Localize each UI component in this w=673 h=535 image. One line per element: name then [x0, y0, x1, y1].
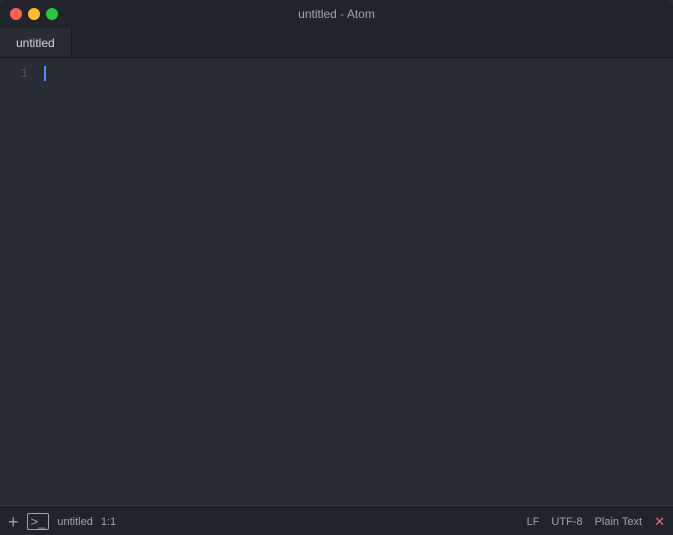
terminal-button[interactable]: >_: [27, 513, 50, 530]
title-bar: untitled - Atom: [0, 0, 673, 28]
window-title: untitled - Atom: [298, 7, 375, 21]
error-icon[interactable]: ✕: [654, 514, 665, 530]
status-filename: untitled: [57, 516, 92, 528]
tab-bar: untitled: [0, 28, 673, 58]
status-syntax[interactable]: Plain Text: [595, 516, 643, 528]
close-button[interactable]: [10, 8, 22, 20]
text-cursor: [44, 66, 46, 81]
status-right: LF UTF-8 Plain Text ✕: [527, 514, 665, 530]
tab-label: untitled: [16, 36, 55, 50]
line-gutter: 1: [0, 58, 36, 507]
minimize-button[interactable]: [28, 8, 40, 20]
add-button[interactable]: +: [8, 513, 19, 531]
status-encoding[interactable]: UTF-8: [551, 516, 582, 528]
status-position[interactable]: 1:1: [101, 516, 116, 528]
status-bar: + >_ untitled 1:1 LF UTF-8 Plain Text ✕: [0, 507, 673, 535]
status-left: + >_ untitled 1:1: [8, 513, 116, 531]
line-number-1: 1: [0, 66, 28, 81]
tab-untitled[interactable]: untitled: [0, 28, 72, 57]
maximize-button[interactable]: [46, 8, 58, 20]
status-line-ending[interactable]: LF: [527, 516, 540, 528]
code-editor[interactable]: [36, 58, 673, 507]
traffic-lights: [10, 8, 58, 20]
editor-area: 1: [0, 58, 673, 507]
